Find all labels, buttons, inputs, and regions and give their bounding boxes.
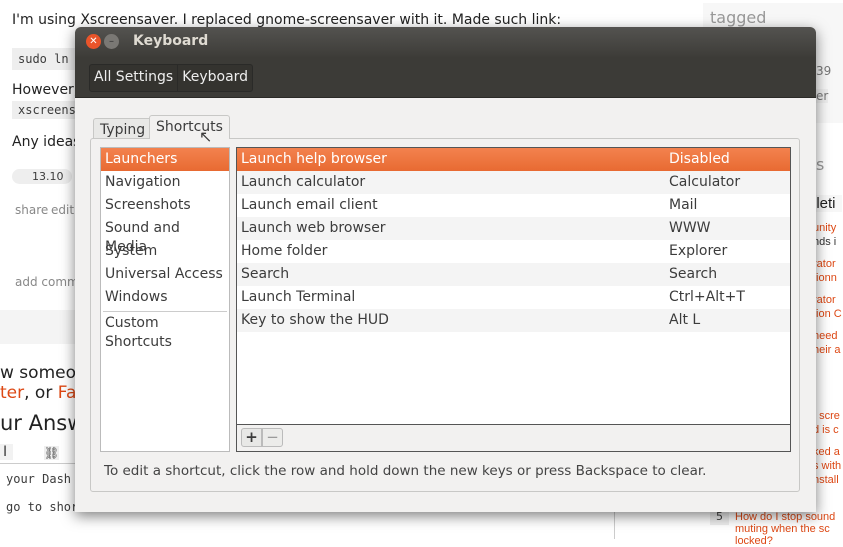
shortcut-action: Launch email client [241, 197, 378, 213]
category-system[interactable]: System [101, 240, 229, 263]
category-custom-shortcuts[interactable]: Custom Shortcuts [101, 312, 229, 350]
shortcut-action: Search [241, 266, 290, 282]
sidebar-link[interactable]: t scre [813, 409, 842, 423]
shortcut-row[interactable]: Key to show the HUD Alt L [237, 309, 790, 332]
breadcrumb-keyboard[interactable]: Keyboard [177, 65, 252, 91]
code-block: xscreens [12, 101, 82, 119]
mouse-cursor-icon: ↖ [199, 127, 213, 146]
add-shortcut-button[interactable]: + [241, 428, 262, 447]
shortcuts-panel: Launchers Navigation Screenshots Sound a… [90, 138, 800, 492]
tag-13-10[interactable]: 13.10 [12, 169, 72, 184]
sidebar-link[interactable]: tion C [813, 307, 842, 321]
shortcut-action: Launch web browser [241, 220, 386, 236]
category-windows[interactable]: Windows [101, 286, 229, 309]
shortcut-row[interactable]: Launch web browser WWW [237, 217, 790, 240]
sidebar-link[interactable]: unity [813, 221, 842, 235]
sidebar-link[interactable]: rator [813, 293, 842, 307]
sidebar-link[interactable]: rator [813, 257, 842, 271]
related-question-line: How do I stop sound muting when the sc [735, 511, 836, 535]
shortcut-key: Calculator [669, 174, 741, 190]
related-question-link[interactable]: How do I stop sound muting when the sc lo… [735, 511, 841, 547]
keyboard-dialog: ✕ – Keyboard All Settings Keyboard Typin… [75, 27, 816, 512]
remove-shortcut-button[interactable]: − [262, 428, 283, 447]
category-navigation[interactable]: Navigation [101, 171, 229, 194]
category-screenshots[interactable]: Screenshots [101, 194, 229, 217]
shortcut-row[interactable]: Launch help browser Disabled [237, 148, 790, 171]
sidebar-link[interactable]: ked a [813, 445, 842, 459]
category-sound-and-media[interactable]: Sound and Media [101, 217, 229, 255]
sidebar-link[interactable]: need [813, 329, 842, 343]
shortcut-key: Disabled [669, 151, 730, 167]
share-link[interactable]: share [15, 203, 48, 217]
shortcut-rows: Launch help browser Disabled Launch calcul… [237, 148, 790, 332]
question-text: I'm using Xscreensaver. I replaced gnome… [12, 12, 562, 28]
shortcut-action: Home folder [241, 243, 328, 259]
twitter-link[interactable]: ter [0, 383, 24, 403]
sidebar-link[interactable]: d is c [813, 423, 842, 437]
shortcut-key: Search [669, 266, 718, 282]
sidebar-text: nds i [813, 236, 837, 248]
editor-line: your Dash [6, 472, 72, 486]
sidebar-link[interactable]: tionn [813, 271, 842, 285]
shortcut-row[interactable]: Home folder Explorer [237, 240, 790, 263]
tag-chip[interactable]: er [816, 89, 829, 103]
sidebar-link[interactable]: nstall [813, 473, 842, 487]
shortcut-action: Launch Terminal [241, 289, 356, 305]
shortcut-key: Mail [669, 197, 698, 213]
list-toolbar: + − [237, 424, 790, 451]
close-icon[interactable]: ✕ [86, 34, 101, 49]
title-bar[interactable]: ✕ – Keyboard [75, 27, 816, 57]
shortcut-action: Launch calculator [241, 174, 366, 190]
category-universal-access[interactable]: Universal Access [101, 263, 229, 286]
italic-button[interactable]: I [0, 444, 13, 460]
tag-count: 39 [816, 64, 832, 78]
code-block: sudo ln [12, 48, 75, 70]
tagged-heading: tagged [710, 8, 767, 27]
shortcut-key: WWW [669, 220, 711, 236]
tab-typing[interactable]: Typing [93, 118, 153, 140]
category-launchers[interactable]: Launchers [101, 148, 229, 171]
minimize-icon[interactable]: – [104, 34, 119, 49]
shortcut-row[interactable]: Search Search [237, 263, 790, 286]
facebook-link[interactable]: Fa [58, 383, 77, 403]
shortcut-row[interactable]: Launch Terminal Ctrl+Alt+T [237, 286, 790, 309]
shortcut-key: Alt L [669, 312, 701, 328]
or-text: , or [24, 383, 58, 403]
share-links: ter, or Fa [0, 383, 76, 403]
sidebar-heading: s [816, 155, 825, 174]
shortcut-key: Explorer [669, 243, 728, 259]
sidebar-link[interactable]: s with [813, 459, 842, 473]
edit-link[interactable]: edit [51, 203, 74, 217]
question-text: However, [12, 82, 79, 98]
toolbar: All Settings Keyboard [75, 57, 816, 98]
shortcut-action: Key to show the HUD [241, 312, 389, 328]
tab-shortcuts[interactable]: Shortcuts [149, 115, 230, 139]
shortcut-row[interactable]: Launch calculator Calculator [237, 171, 790, 194]
related-question-line: locked? [735, 535, 773, 547]
bulletin-heading: lleti [813, 195, 842, 212]
shortcut-action: Launch help browser [241, 151, 387, 167]
category-list: Launchers Navigation Screenshots Sound a… [100, 147, 230, 452]
sidebar-links: unity nds i rator tionn rator tion C nee… [813, 221, 842, 487]
share-prompt: w someon [0, 363, 87, 383]
shortcut-key: Ctrl+Alt+T [669, 289, 745, 305]
breadcrumb: All Settings Keyboard [89, 64, 254, 92]
hint-text: To edit a shortcut, click the row and ho… [104, 463, 707, 479]
shortcut-row[interactable]: Launch email client Mail [237, 194, 790, 217]
link-icon[interactable]: ⛓ [44, 446, 60, 460]
sidebar-link[interactable]: heir a [813, 343, 842, 357]
breadcrumb-all-settings[interactable]: All Settings [90, 65, 177, 91]
window-title: Keyboard [133, 33, 209, 49]
shortcut-list: Launch help browser Disabled Launch calcul… [236, 147, 791, 452]
